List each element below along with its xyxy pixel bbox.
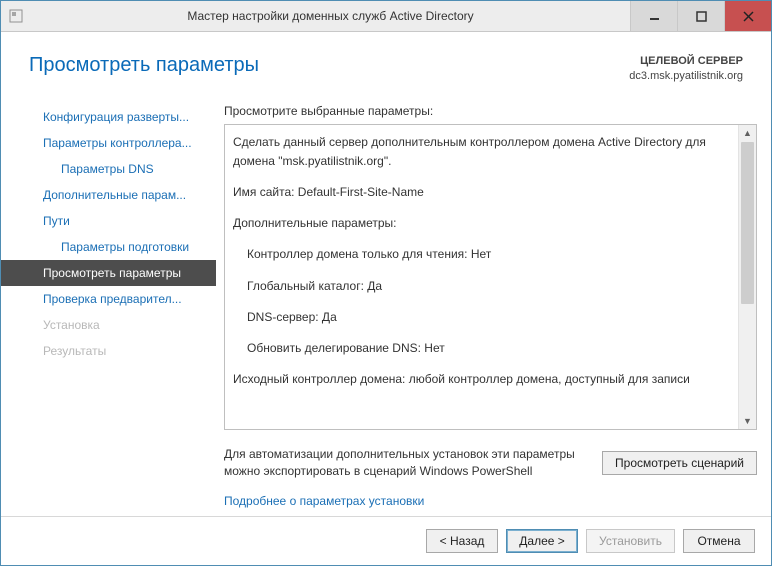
step-dns-options[interactable]: Параметры DNS [1, 156, 216, 182]
minimize-button[interactable] [630, 1, 677, 31]
step-deployment-config[interactable]: Конфигурация разверты... [1, 104, 216, 130]
step-dc-options[interactable]: Параметры контроллера... [1, 130, 216, 156]
maximize-button[interactable] [677, 1, 724, 31]
step-prereq-check[interactable]: Проверка предварител... [1, 286, 216, 312]
install-button: Установить [586, 529, 675, 553]
window-controls [630, 1, 771, 31]
target-server-value: dc3.msk.pyatilistnik.org [629, 69, 743, 84]
body: Конфигурация разверты... Параметры контр… [1, 100, 771, 516]
scroll-down-icon[interactable]: ▼ [739, 412, 756, 429]
review-content[interactable]: Сделать данный сервер дополнительным кон… [225, 125, 738, 430]
review-line: Глобальный каталог: Да [233, 277, 730, 296]
wizard-window: Мастер настройки доменных служб Active D… [0, 0, 772, 566]
footer: < Назад Далее > Установить Отмена [1, 516, 771, 565]
more-info-link[interactable]: Подробнее о параметрах установки [224, 494, 757, 508]
review-line: Дополнительные параметры: [233, 214, 730, 233]
next-button[interactable]: Далее > [506, 529, 578, 553]
review-instruction: Просмотрите выбранные параметры: [224, 104, 757, 118]
steps-sidebar: Конфигурация разверты... Параметры контр… [1, 100, 216, 516]
step-additional-options[interactable]: Дополнительные парам... [1, 182, 216, 208]
page-title: Просмотреть параметры [29, 54, 259, 77]
main-panel: Просмотрите выбранные параметры: Сделать… [216, 100, 757, 516]
scroll-up-icon[interactable]: ▲ [739, 125, 756, 142]
step-preparation-options[interactable]: Параметры подготовки [1, 234, 216, 260]
close-button[interactable] [724, 1, 771, 31]
review-line: Сделать данный сервер дополнительным кон… [233, 133, 730, 171]
scrollbar[interactable]: ▲ ▼ [738, 125, 756, 430]
step-installation: Установка [1, 312, 216, 338]
review-line: Обновить делегирование DNS: Нет [233, 339, 730, 358]
review-line: DNS-сервер: Да [233, 308, 730, 327]
step-results: Результаты [1, 338, 216, 364]
view-script-button[interactable]: Просмотреть сценарий [602, 451, 757, 475]
back-button[interactable]: < Назад [426, 529, 498, 553]
review-textbox: Сделать данный сервер дополнительным кон… [224, 124, 757, 431]
titlebar: Мастер настройки доменных служб Active D… [1, 1, 771, 32]
export-hint: Для автоматизации дополнительных установ… [224, 446, 590, 480]
review-line: Имя сайта: Default-First-Site-Name [233, 183, 730, 202]
step-review-options[interactable]: Просмотреть параметры [1, 260, 216, 286]
target-server: ЦЕЛЕВОЙ СЕРВЕР dc3.msk.pyatilistnik.org [629, 54, 743, 84]
titlebar-title: Мастер настройки доменных служб Active D… [31, 1, 630, 31]
review-line: Контроллер домена только для чтения: Нет [233, 245, 730, 264]
target-server-label: ЦЕЛЕВОЙ СЕРВЕР [629, 54, 743, 69]
review-line: Исходный контроллер домена: любой контро… [233, 370, 730, 389]
scroll-thumb[interactable] [741, 142, 754, 304]
cancel-button[interactable]: Отмена [683, 529, 755, 553]
step-paths[interactable]: Пути [1, 208, 216, 234]
export-row: Для автоматизации дополнительных установ… [224, 446, 757, 480]
header: Просмотреть параметры ЦЕЛЕВОЙ СЕРВЕР dc3… [1, 32, 771, 100]
app-icon [1, 1, 31, 31]
scroll-track[interactable] [739, 142, 756, 413]
